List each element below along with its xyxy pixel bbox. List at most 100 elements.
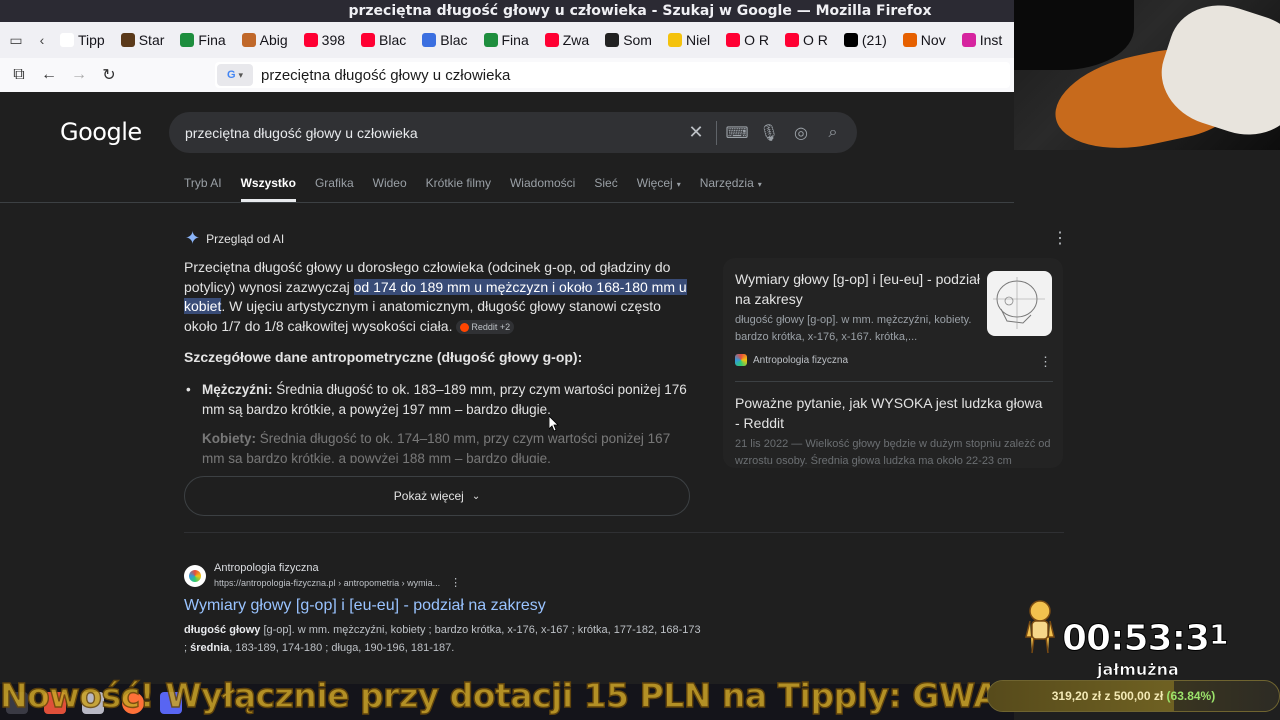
ai-overview-heading: ✦ Przegląd od AI — [185, 228, 285, 248]
tab-label: Inst — [979, 32, 1003, 48]
browser-tab[interactable]: O R — [718, 26, 777, 54]
browser-tab[interactable]: Tipp — [52, 26, 113, 54]
google-results-page: Google przeciętna długość głowy u człowi… — [0, 92, 1068, 720]
sidebar-toggle-icon[interactable]: ⧉ — [4, 66, 34, 84]
browser-tab[interactable]: Fina — [476, 26, 537, 54]
tab-favicon-icon — [60, 33, 74, 47]
tab-label: Star — [138, 32, 165, 48]
browser-tab[interactable]: Inst — [954, 26, 1011, 54]
url-bar[interactable]: G ▾ przeciętna długość głowy u człowieka — [215, 62, 1010, 88]
tab-label: Nov — [920, 32, 946, 48]
tab-favicon-icon — [180, 33, 195, 47]
mic-icon[interactable]: 🎙︎ — [753, 123, 785, 143]
chevron-down-icon: ▾ — [676, 180, 681, 189]
chevron-down-icon: ▾ — [757, 180, 762, 189]
tab-label: Abig — [259, 32, 288, 48]
source-card-source[interactable]: Antropologia fizyczna — [735, 354, 848, 366]
tab-filter[interactable]: Krótkie filmy — [426, 176, 491, 202]
search-input[interactable]: przeciętna długość głowy u człowieka — [185, 125, 682, 141]
donation-banner: Nowość! Wyłącznie przy dotacji 15 PLN na… — [0, 676, 990, 716]
tab-overview-icon[interactable]: ▭ — [0, 32, 32, 49]
chevron-down-icon: ▾ — [238, 69, 244, 80]
site-favicon-icon — [184, 564, 206, 587]
tab-filter[interactable]: Wiadomości — [510, 176, 575, 202]
more-options-icon[interactable]: ⋮ — [450, 577, 461, 589]
site-favicon-icon — [735, 354, 747, 366]
list-item: Mężczyźni: Średnia długość to ok. 183–18… — [186, 380, 692, 419]
ai-sources-panel: Wymiary głowy [g-op] i [eu-eu] - podział… — [723, 258, 1063, 468]
donation-goal-bar: 319,20 zł z 500,00 zł (63.84%) — [987, 680, 1280, 712]
google-logo[interactable]: Google — [60, 118, 142, 146]
search-box[interactable]: przeciętna długość głowy u człowieka ✕ ⌨… — [169, 112, 857, 153]
tab-label: (21) — [861, 32, 887, 48]
tab-list: Tipp Star Fina Abig 398 Blac Blac Fina Zwa Som Nie… — [52, 26, 1014, 54]
tab-favicon-icon — [726, 33, 741, 47]
tab-favicon-icon — [422, 33, 437, 47]
tab-label: 398 — [321, 32, 346, 48]
forward-icon[interactable]: → — [64, 66, 94, 84]
back-icon[interactable]: ← — [34, 66, 64, 84]
tab-favicon-icon — [667, 33, 682, 47]
tab-favicon-icon — [961, 33, 976, 47]
tab-filter[interactable]: Narzędzia ▾ — [700, 176, 762, 202]
tab-favicon-icon — [483, 33, 498, 47]
reddit-icon — [460, 322, 470, 332]
tab-filter[interactable]: Tryb AI — [184, 176, 222, 202]
list-item: Kobiety: Średnia długość to ok. 174–180 … — [202, 429, 692, 463]
tab-scroll-left-icon[interactable]: ‹ — [32, 32, 52, 48]
tab-label: Zwa — [562, 32, 590, 48]
tab-favicon-icon — [605, 33, 620, 47]
webcam-overlay — [1014, 0, 1280, 150]
tab-filter[interactable]: Wideo — [373, 176, 407, 202]
tab-label: Som — [623, 32, 652, 48]
screen: przeciętna długość głowy u człowieka - S… — [0, 0, 1280, 720]
keyboard-icon[interactable]: ⌨ — [721, 123, 753, 143]
tab-bar: ▭ ‹ Tipp Star Fina Abig 398 Blac Blac Fina Zwa So… — [0, 22, 1014, 58]
show-more-button[interactable]: Pokaż więcej ⌄ — [184, 476, 690, 516]
tab-filter[interactable]: Sieć — [594, 176, 617, 202]
reload-icon[interactable]: ↻ — [94, 65, 124, 85]
browser-tab[interactable]: Zwa — [537, 26, 597, 54]
tab-filter[interactable]: Wszystko — [240, 176, 296, 202]
browser-tab[interactable]: Blac — [414, 26, 475, 54]
source-chip[interactable]: Reddit +2 — [456, 319, 515, 334]
tab-filter[interactable]: Więcej ▾ — [637, 176, 681, 202]
browser-tab[interactable]: Niel — [660, 26, 718, 54]
tab-label: Tipp — [78, 32, 105, 48]
tab-favicon-icon — [303, 33, 318, 47]
tab-favicon-icon — [120, 33, 135, 47]
result-snippet: długość głowy [g-op]. w mm. mężczyźni, k… — [184, 624, 701, 654]
skull-thumbnail[interactable] — [987, 271, 1052, 336]
result-source-name[interactable]: Antropologia fizyczna — [214, 562, 461, 574]
browser-tab[interactable]: O R — [777, 26, 836, 54]
tab-label: Niel — [685, 32, 711, 48]
more-options-icon[interactable]: ⋮ — [1039, 354, 1052, 370]
search-filters: Tryb AI Wszystko Grafika Wideo Krótkie filmy… — [184, 176, 762, 202]
tab-label: Blac — [379, 32, 407, 48]
tab-label: O R — [803, 32, 828, 48]
browser-tab[interactable]: Star — [113, 26, 173, 54]
browser-tab[interactable]: Blac — [353, 26, 414, 54]
lens-icon[interactable]: ◎ — [785, 123, 817, 143]
browser-tab[interactable]: 398 — [296, 26, 353, 54]
result-url[interactable]: https://antropologia-fizyczna.pl › antro… — [214, 576, 461, 589]
clear-icon[interactable]: ✕ — [682, 122, 710, 143]
tab-filter[interactable]: Grafika — [315, 176, 354, 202]
tab-favicon-icon — [902, 33, 917, 47]
browser-tab[interactable]: Fina — [172, 26, 233, 54]
tab-favicon-icon — [241, 33, 256, 47]
mouse-cursor-icon — [549, 416, 559, 432]
tab-favicon-icon — [544, 33, 559, 47]
source-card-title[interactable]: Wymiary głowy [g-op] i [eu-eu] - podział… — [735, 270, 980, 309]
search-icon[interactable]: ⌕ — [817, 124, 849, 142]
source-card-title[interactable]: Poważne pytanie, jak WYSOKA jest ludzka … — [735, 394, 1045, 433]
browser-tab[interactable]: Som — [597, 26, 660, 54]
search-engine-chip[interactable]: G ▾ — [217, 64, 253, 86]
ai-overview-text: Przeciętna długość głowy u dorosłego czł… — [184, 259, 687, 334]
browser-tab[interactable]: Abig — [234, 26, 296, 54]
browser-tab[interactable]: (21) — [836, 26, 895, 54]
browser-tab[interactable]: Nov — [895, 26, 954, 54]
tab-label: O R — [744, 32, 769, 48]
more-options-icon[interactable]: ⋮ — [1052, 228, 1068, 248]
result-title-link[interactable]: Wymiary głowy [g-op] i [eu-eu] - podział… — [184, 597, 704, 615]
